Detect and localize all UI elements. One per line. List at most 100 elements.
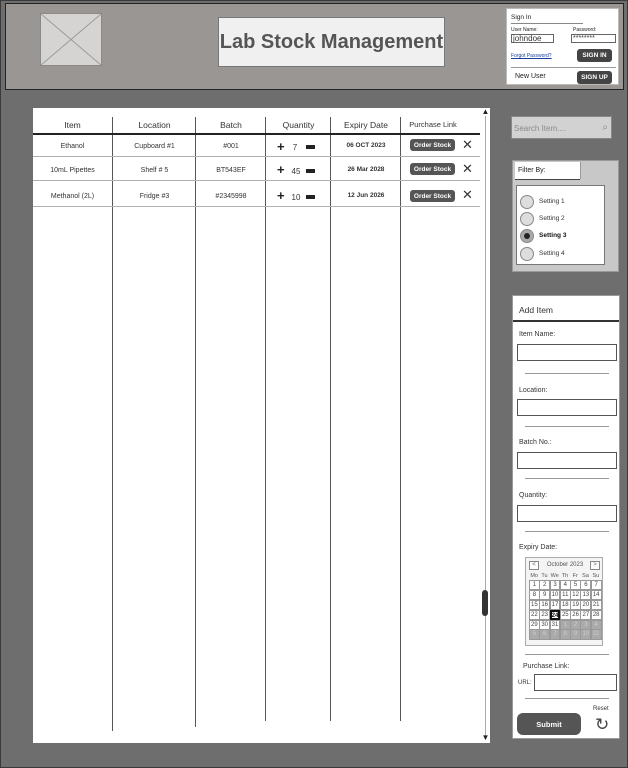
calendar-day[interactable]: 22 (529, 609, 540, 621)
scrollbar-thumb[interactable] (482, 590, 488, 616)
delete-row-icon[interactable]: ✕ (462, 188, 473, 201)
calendar-day[interactable]: 1 (529, 580, 540, 591)
calendar-day[interactable]: 1 (559, 619, 571, 630)
calendar-day[interactable]: 21 (590, 599, 602, 611)
calendar-day[interactable]: 10 (549, 589, 561, 601)
url-label: URL: (518, 680, 532, 686)
cell-expiry: 06 OCT 2023 (346, 142, 386, 149)
calendar-day[interactable]: 31 (549, 619, 561, 630)
search-icon[interactable]: ⌕ (602, 122, 608, 133)
calendar-day[interactable]: 8 (559, 629, 571, 640)
batch-field[interactable] (517, 452, 617, 469)
calendar-day[interactable]: 16 (539, 599, 551, 611)
calendar-day[interactable]: 8 (529, 589, 540, 601)
calendar-day[interactable]: 10 (580, 629, 592, 640)
radio-setting-2[interactable] (520, 212, 534, 226)
stock-table: Item Location Batch Quantity Expiry Date… (33, 108, 490, 743)
radio-label-setting-2: Setting 2 (539, 215, 565, 222)
weekday-label: Th (561, 573, 569, 579)
calendar-day[interactable]: 14 (590, 589, 602, 601)
cell-item: 10mL Pipettes (50, 167, 95, 174)
calendar-day[interactable]: 26 (570, 609, 581, 621)
calendar-day[interactable]: 6 (580, 580, 592, 591)
url-field[interactable] (534, 674, 617, 691)
calendar-day[interactable]: 18 (559, 599, 571, 611)
add-item-title-underline (513, 320, 619, 322)
forgot-password-link[interactable]: Forgot Password? (511, 53, 552, 59)
reset-icon[interactable]: ↻ (595, 716, 609, 733)
increase-quantity-button[interactable]: + (277, 163, 285, 176)
calendar-day[interactable]: 17 (549, 599, 561, 611)
increase-quantity-button[interactable]: + (277, 189, 285, 202)
calendar-day[interactable]: 13 (580, 589, 592, 601)
calendar-day[interactable]: 11 (559, 589, 571, 601)
calendar-day[interactable]: 19 (570, 599, 581, 611)
search-input[interactable]: Search Item.... ⌕ (511, 116, 612, 139)
form-divider (525, 698, 609, 699)
signin-panel: Sign In User Name: Password: johndoe ***… (506, 8, 619, 85)
order-stock-button[interactable]: Order Stock (410, 139, 455, 151)
signin-title-underline (511, 23, 583, 24)
purchase-link-label: Purchase Link: (523, 663, 570, 670)
calendar-day[interactable]: 9 (570, 629, 581, 640)
calendar-day[interactable]: 3 (549, 580, 561, 591)
add-item-title: Add Item (519, 305, 554, 315)
weekday-label: Sa (582, 573, 589, 579)
calendar-day[interactable]: 9 (539, 589, 551, 601)
submit-button[interactable]: Submit (517, 713, 581, 735)
calendar-day[interactable]: 4 (590, 619, 602, 630)
table-scrollbar[interactable]: ▲ ▼ (481, 108, 490, 743)
password-field[interactable]: ******** (571, 34, 616, 43)
decrease-quantity-button[interactable] (306, 169, 315, 173)
calendar-day[interactable]: 3 (580, 619, 592, 630)
cell-batch: #001 (223, 143, 239, 150)
increase-quantity-button[interactable]: + (277, 140, 285, 153)
order-stock-button[interactable]: Order Stock (410, 163, 455, 175)
order-stock-button[interactable]: Order Stock (410, 190, 455, 202)
calendar-day[interactable]: 6 (539, 629, 551, 640)
calendar-day[interactable]: 25 (559, 609, 571, 621)
calendar-day[interactable]: 5 (570, 580, 581, 591)
calendar-day[interactable]: 12 (570, 589, 581, 601)
sign-up-button[interactable]: SIGN UP (577, 71, 612, 84)
calendar-day[interactable]: 30 (539, 619, 551, 630)
date-picker[interactable]: < October 2023 > Mo Tu We Th Fr Sa Su 12345678… (525, 557, 603, 646)
calendar-day[interactable]: 15 (529, 599, 540, 611)
decrease-quantity-button[interactable] (306, 145, 315, 149)
sign-in-button[interactable]: SIGN IN (577, 49, 612, 62)
calendar-day[interactable]: 29 (529, 619, 540, 630)
calendar-day[interactable]: 4 (559, 580, 571, 591)
calendar-day[interactable]: 23 (539, 609, 551, 621)
calendar-day[interactable]: 2 (570, 619, 581, 630)
cell-location: Fridge #3 (139, 193, 170, 200)
scroll-up-arrow-icon[interactable]: ▲ (481, 108, 490, 116)
scroll-down-arrow-icon[interactable]: ▼ (481, 734, 490, 742)
calendar-day[interactable]: 7 (590, 580, 602, 591)
cell-location: Shelf # 5 (140, 167, 169, 174)
filter-panel: Filter By: Setting 1 Setting 2 Setting 3… (512, 160, 619, 272)
calendar-day[interactable]: 20 (580, 599, 592, 611)
quantity-field[interactable] (517, 505, 617, 522)
username-field[interactable]: johndoe (511, 34, 554, 43)
calendar-day[interactable]: 5 (529, 629, 540, 640)
delete-row-icon[interactable]: ✕ (462, 138, 473, 151)
prev-month-button[interactable]: < (529, 561, 539, 570)
calendar-header: < October 2023 > (529, 561, 601, 571)
scrollbar-track[interactable] (485, 116, 486, 736)
decrease-quantity-button[interactable] (306, 195, 315, 199)
calendar-day[interactable]: 11 (590, 629, 602, 640)
radio-setting-1[interactable] (520, 195, 534, 209)
item-name-field[interactable] (517, 344, 617, 361)
location-field[interactable] (517, 399, 617, 416)
calendar-day[interactable]: 28 (590, 609, 602, 621)
radio-setting-4[interactable] (520, 247, 534, 261)
search-placeholder: Search Item.... (514, 124, 567, 133)
calendar-day-selected[interactable]: 24 (549, 609, 561, 621)
calendar-day[interactable]: 2 (539, 580, 551, 591)
calendar-day[interactable]: 27 (580, 609, 592, 621)
radio-setting-3[interactable] (520, 229, 534, 243)
next-month-button[interactable]: > (590, 561, 600, 570)
delete-row-icon[interactable]: ✕ (462, 162, 473, 175)
calendar-day[interactable]: 7 (549, 629, 561, 640)
row-divider (33, 180, 480, 181)
